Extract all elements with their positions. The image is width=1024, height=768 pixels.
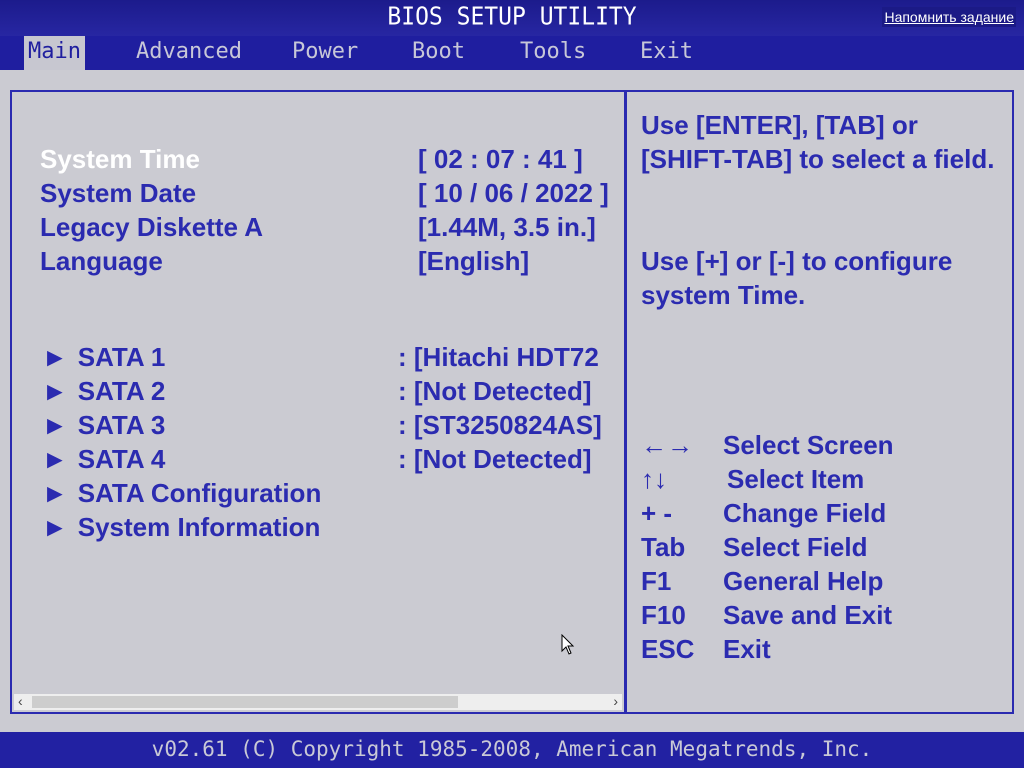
help-panel: Use [ENTER], [TAB] or [SHIFT-TAB] to sel… xyxy=(624,90,1014,714)
triangle-right-icon: ► xyxy=(42,410,68,440)
reminder-link[interactable]: Напомнить задание xyxy=(882,7,1016,27)
key-desc: Exit xyxy=(723,634,771,664)
setting-label: System Date xyxy=(40,178,197,208)
submenu-system-information[interactable]: ► System Information xyxy=(42,510,320,544)
menu-bar: Main Advanced Power Boot Tools Exit xyxy=(0,36,1024,70)
key-desc: General Help xyxy=(723,566,884,596)
tab-exit[interactable]: Exit xyxy=(636,36,697,70)
key-tab: Tab xyxy=(641,532,686,562)
tab-tools[interactable]: Tools xyxy=(516,36,590,70)
tab-advanced[interactable]: Advanced xyxy=(132,36,246,70)
scroll-right-icon[interactable]: › xyxy=(613,693,618,709)
title-bar: BIOS SETUP UTILITY Напомнить задание xyxy=(0,0,1024,36)
sata-2-value: : [Not Detected] xyxy=(398,376,592,406)
triangle-right-icon: ► xyxy=(42,342,68,372)
submenu-label: SATA 4 xyxy=(77,444,166,474)
submenu-sata-1[interactable]: ► SATA 1 xyxy=(42,340,165,374)
key-arrows-lr: ←→ xyxy=(641,430,693,460)
triangle-right-icon: ► xyxy=(42,512,68,542)
submenu-label: SATA 2 xyxy=(77,376,166,406)
submenu-sata-configuration[interactable]: ► SATA Configuration xyxy=(42,476,321,510)
triangle-right-icon: ► xyxy=(42,444,68,474)
setting-legacy-diskette[interactable]: Legacy Diskette A xyxy=(40,210,263,244)
triangle-right-icon: ► xyxy=(42,376,68,406)
submenu-label: SATA 3 xyxy=(77,410,166,440)
bios-title: BIOS SETUP UTILITY xyxy=(387,2,637,32)
submenu-label: SATA Configuration xyxy=(77,478,322,508)
settings-panel: System Time [ 02 : 07 : 41 ] System Date… xyxy=(10,90,624,714)
mouse-pointer-icon xyxy=(561,634,575,655)
key-esc: ESC xyxy=(641,634,695,664)
horizontal-scrollbar[interactable]: ‹ › xyxy=(14,693,622,710)
key-arrows-ud: ↑↓ xyxy=(641,464,667,494)
help-text-select: Use [ENTER], [TAB] or [SHIFT-TAB] to sel… xyxy=(641,110,995,174)
submenu-sata-2[interactable]: ► SATA 2 xyxy=(42,374,165,408)
tab-main[interactable]: Main xyxy=(24,36,85,70)
scroll-left-icon[interactable]: ‹ xyxy=(18,693,23,709)
sata-3-value: : [ST3250824AS] xyxy=(398,410,602,440)
copyright-footer: v02.61 (C) Copyright 1985-2008, American… xyxy=(0,732,1024,768)
submenu-sata-4[interactable]: ► SATA 4 xyxy=(42,442,165,476)
key-plus-minus: + - xyxy=(641,498,673,528)
setting-system-time[interactable]: System Time xyxy=(40,142,200,176)
key-desc: Change Field xyxy=(723,498,887,528)
setting-label: System Time xyxy=(40,144,200,174)
language-value[interactable]: [English] xyxy=(418,244,626,278)
setting-label: Legacy Diskette A xyxy=(40,212,264,242)
key-desc: Select Item xyxy=(727,464,865,494)
setting-language[interactable]: Language xyxy=(40,244,163,278)
key-desc: Select Screen xyxy=(723,430,894,460)
submenu-sata-3[interactable]: ► SATA 3 xyxy=(42,408,165,442)
key-desc: Save and Exit xyxy=(723,600,893,630)
sata-4-value: : [Not Detected] xyxy=(398,444,592,474)
system-time-value[interactable]: [ 02 : 07 : 41 ] xyxy=(418,142,626,176)
sata-1-value: : [Hitachi HDT72 xyxy=(398,342,599,372)
setting-system-date[interactable]: System Date xyxy=(40,176,196,210)
legacy-diskette-value[interactable]: [1.44M, 3.5 in.] xyxy=(418,210,626,244)
key-f10: F10 xyxy=(641,600,686,630)
system-date-value[interactable]: [ 10 / 06 / 2022 ] xyxy=(418,176,626,210)
scroll-thumb[interactable] xyxy=(32,696,458,708)
setting-label: Language xyxy=(40,246,163,276)
help-text-configure: Use [+] or [-] to configure system Time. xyxy=(641,246,953,310)
main-area: System Time [ 02 : 07 : 41 ] System Date… xyxy=(0,70,1024,732)
submenu-label: SATA 1 xyxy=(77,342,166,372)
key-f1: F1 xyxy=(641,566,672,596)
triangle-right-icon: ► xyxy=(42,478,68,508)
submenu-label: System Information xyxy=(77,512,321,542)
tab-power[interactable]: Power xyxy=(288,36,362,70)
key-desc: Select Field xyxy=(723,532,868,562)
tab-boot[interactable]: Boot xyxy=(408,36,469,70)
